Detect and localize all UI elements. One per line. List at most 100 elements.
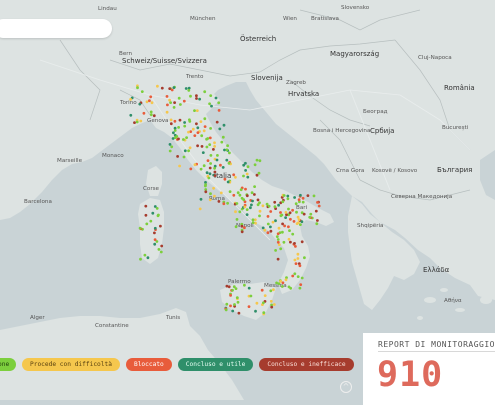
project-marker[interactable] [215,120,219,124]
project-marker[interactable] [306,194,310,198]
project-marker[interactable] [269,289,273,293]
chevron-up-icon[interactable]: ^ [340,381,352,393]
project-marker[interactable] [247,305,251,308]
project-marker[interactable] [247,286,251,290]
project-marker[interactable] [226,144,230,148]
project-marker[interactable] [217,200,221,203]
project-marker[interactable] [237,311,241,315]
project-marker[interactable] [142,111,146,115]
project-marker[interactable] [173,119,177,123]
project-marker[interactable] [265,202,269,206]
project-marker[interactable] [209,94,213,97]
project-marker[interactable] [144,213,148,217]
project-marker[interactable] [200,145,204,148]
project-marker[interactable] [157,213,160,217]
project-marker[interactable] [279,211,282,214]
project-marker[interactable] [209,126,213,130]
project-marker[interactable] [300,276,304,280]
project-marker[interactable] [240,230,244,234]
project-marker[interactable] [281,281,285,285]
project-marker[interactable] [257,171,261,175]
project-marker[interactable] [219,163,222,167]
project-marker[interactable] [234,210,237,214]
project-marker[interactable] [216,154,219,157]
project-marker[interactable] [284,216,287,220]
project-marker[interactable] [133,121,136,124]
project-marker[interactable] [152,114,156,118]
project-marker[interactable] [293,196,296,199]
project-marker[interactable] [224,308,228,312]
project-marker[interactable] [213,145,217,148]
project-marker[interactable] [238,193,242,197]
project-marker[interactable] [175,135,179,138]
project-marker[interactable] [199,197,203,201]
project-marker[interactable] [260,288,264,292]
project-marker[interactable] [203,125,207,128]
project-marker[interactable] [249,206,252,210]
project-marker[interactable] [210,104,213,108]
project-marker[interactable] [245,208,249,212]
project-marker[interactable] [225,158,229,162]
project-marker[interactable] [249,294,253,298]
project-marker[interactable] [177,126,181,129]
project-marker[interactable] [258,214,261,218]
project-marker[interactable] [129,113,133,117]
project-marker[interactable] [289,240,292,244]
project-marker[interactable] [155,207,159,210]
project-marker[interactable] [234,225,238,229]
project-marker[interactable] [213,141,216,145]
project-marker[interactable] [140,90,144,93]
project-marker[interactable] [193,134,197,138]
project-marker[interactable] [236,191,240,195]
project-marker[interactable] [244,169,248,172]
project-marker[interactable] [232,285,236,289]
project-marker[interactable] [182,138,185,141]
project-marker[interactable] [136,86,139,90]
project-marker[interactable] [276,240,280,244]
project-marker[interactable] [299,283,303,286]
project-marker[interactable] [283,224,286,228]
project-marker[interactable] [296,257,300,260]
project-marker[interactable] [300,220,304,224]
project-marker[interactable] [238,210,242,214]
project-marker[interactable] [250,203,253,207]
project-marker[interactable] [206,159,210,163]
project-marker[interactable] [172,106,176,109]
project-marker[interactable] [217,101,221,105]
project-marker[interactable] [276,232,280,236]
project-marker[interactable] [277,203,280,207]
project-marker[interactable] [308,215,312,219]
project-marker[interactable] [153,231,156,235]
project-marker[interactable] [187,89,191,92]
project-marker[interactable] [198,97,202,101]
project-marker[interactable] [213,194,216,198]
project-marker[interactable] [235,218,239,221]
project-marker[interactable] [189,94,192,98]
project-marker[interactable] [263,228,267,232]
project-marker[interactable] [166,103,169,107]
project-marker[interactable] [220,140,224,144]
project-marker[interactable] [203,90,207,94]
project-marker[interactable] [205,171,209,175]
project-marker[interactable] [213,170,217,174]
project-marker[interactable] [212,186,216,190]
project-marker[interactable] [169,122,173,126]
project-marker[interactable] [229,304,232,308]
project-marker[interactable] [159,250,163,254]
project-marker[interactable] [287,207,290,211]
project-marker[interactable] [233,303,236,306]
project-marker[interactable] [149,95,153,99]
project-marker[interactable] [199,120,203,123]
project-marker[interactable] [172,131,175,135]
project-marker[interactable] [182,99,186,103]
project-marker[interactable] [287,285,291,289]
project-marker[interactable] [198,207,202,211]
project-marker[interactable] [277,282,281,285]
project-marker[interactable] [261,226,265,230]
project-marker[interactable] [255,173,259,177]
project-marker[interactable] [254,309,257,313]
project-marker[interactable] [200,134,204,138]
project-marker[interactable] [204,190,208,194]
project-marker[interactable] [208,102,212,106]
project-marker[interactable] [168,149,172,153]
